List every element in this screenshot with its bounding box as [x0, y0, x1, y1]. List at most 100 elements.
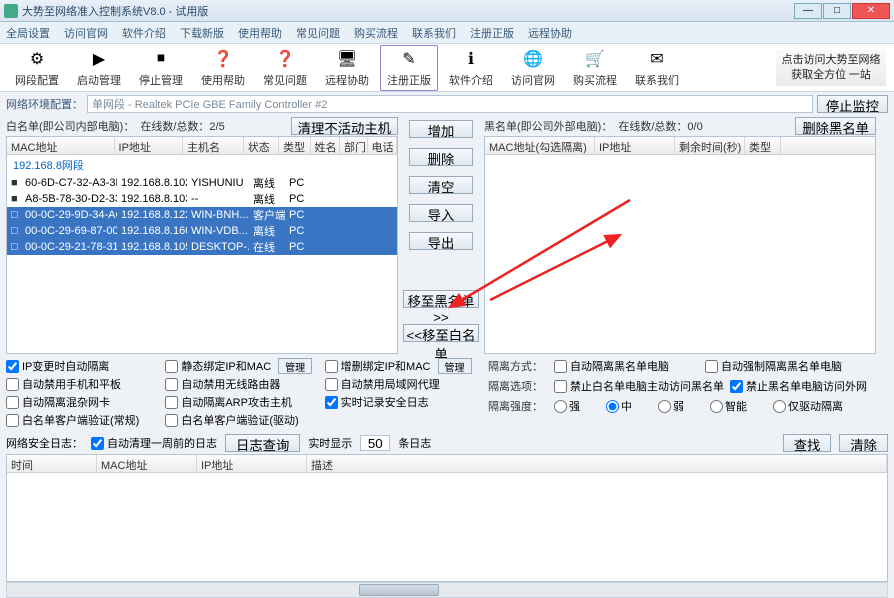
tool-about[interactable]: ℹ软件介绍: [442, 46, 500, 90]
table-row[interactable]: □00-0C-29-21-78-31192.168.8.105DESKTOP-.…: [7, 239, 397, 255]
menu-global[interactable]: 全局设置: [6, 25, 50, 41]
option-checkbox[interactable]: IP变更时自动隔离: [6, 358, 161, 374]
network-row: 网络环境配置： 单网段 - Realtek PCIe GBE Family Co…: [0, 92, 894, 116]
clear-button[interactable]: 清空: [409, 176, 473, 194]
network-adapter-select[interactable]: 单网段 - Realtek PCIe GBE Family Controller…: [87, 95, 813, 113]
auto-clean-log-checkbox[interactable]: 自动清理一周前的日志: [91, 435, 217, 451]
titlebar: 大势至网络准入控制系统V8.0 - 试用版 — □ ✕: [0, 0, 894, 22]
tool-segment-config[interactable]: ⚙网段配置: [8, 46, 66, 90]
tool-help[interactable]: ❓使用帮助: [194, 46, 252, 90]
log-label: 网络安全日志：: [6, 435, 83, 451]
strength-mid-radio[interactable]: 中: [606, 398, 632, 414]
tool-contact[interactable]: ✉联系我们: [628, 46, 686, 90]
move-to-whitelist-button[interactable]: <<移至白名单: [403, 324, 479, 342]
pc-icon: □: [7, 209, 21, 221]
move-to-blacklist-button[interactable]: 移至黑名单>>: [403, 290, 479, 308]
block-black-external-checkbox[interactable]: 禁止黑名单电脑访问外网: [730, 378, 867, 394]
clear-inactive-button[interactable]: 清理不活动主机: [291, 117, 398, 135]
window-title: 大势至网络准入控制系统V8.0 - 试用版: [22, 3, 793, 19]
option-checkbox[interactable]: 静态绑定IP和MAC管理: [165, 358, 320, 374]
strength-driver-radio[interactable]: 仅驱动隔离: [773, 398, 843, 414]
tool-purchase-icon: 🛒: [584, 48, 606, 70]
log-bar: 网络安全日志： 自动清理一周前的日志 日志查询 实时显示 条日志 查找 清除: [0, 432, 894, 454]
maximize-button[interactable]: □: [823, 3, 851, 19]
tool-about-icon: ℹ: [460, 48, 482, 70]
pc-icon: ■: [7, 177, 21, 189]
scrollbar-thumb[interactable]: [359, 584, 439, 596]
tool-stop-manage-icon: ⏹: [150, 48, 172, 70]
menu-website[interactable]: 访问官网: [64, 25, 108, 41]
option-checkbox[interactable]: 自动隔离ARP攻击主机: [165, 394, 320, 410]
close-button[interactable]: ✕: [852, 3, 890, 19]
pc-icon: ■: [7, 193, 21, 205]
import-button[interactable]: 导入: [409, 204, 473, 222]
tool-stop-manage[interactable]: ⏹停止管理: [132, 46, 190, 90]
menu-purchase[interactable]: 购买流程: [354, 25, 398, 41]
table-row[interactable]: ■A8-5B-78-30-D2-33192.168.8.103--离线PC: [7, 191, 397, 207]
option-checkbox[interactable]: 自动禁用手机和平板: [6, 376, 161, 392]
app-icon: [4, 4, 18, 18]
tool-website-icon: 🌐: [522, 48, 544, 70]
tool-website[interactable]: 🌐访问官网: [504, 46, 562, 90]
table-row[interactable]: □00-0C-29-9D-34-AC192.168.8.122WIN-BNH..…: [7, 207, 397, 223]
blacklist-header: MAC地址(勾选隔离) IP地址 剩余时间(秒) 类型: [485, 137, 875, 155]
option-checkbox[interactable]: 自动禁用局域网代理: [325, 376, 480, 392]
whitelist-label: 白名单(即公司内部电脑)：: [6, 118, 134, 134]
transfer-buttons: 增加 删除 清空 导入 导出 移至黑名单>> <<移至白名单: [402, 116, 480, 354]
delete-button[interactable]: 删除: [409, 148, 473, 166]
whitelist-table: MAC地址 IP地址 主机名 状态 类型 姓名 部门 电话 192.168.8网…: [6, 136, 398, 354]
menu-register[interactable]: 注册正版: [470, 25, 514, 41]
manage-button[interactable]: 管理: [278, 358, 312, 374]
whitelist-panel: 白名单(即公司内部电脑)： 在线数/总数：2/5 清理不活动主机 MAC地址 I…: [6, 116, 398, 354]
strength-weak-radio[interactable]: 弱: [658, 398, 684, 414]
option-checkbox[interactable]: 白名单客户端验证(常规): [6, 412, 161, 428]
log-query-button[interactable]: 日志查询: [225, 434, 300, 452]
auto-isolate-black-checkbox[interactable]: 自动隔离黑名单电脑: [554, 358, 669, 374]
tool-start-manage[interactable]: ▶启动管理: [70, 46, 128, 90]
tool-help-icon: ❓: [212, 48, 234, 70]
menu-help[interactable]: 使用帮助: [238, 25, 282, 41]
menubar: 全局设置 访问官网 软件介绍 下载新版 使用帮助 常见问题 购买流程 联系我们 …: [0, 22, 894, 44]
tool-segment-config-icon: ⚙: [26, 48, 48, 70]
table-row[interactable]: □00-0C-29-69-87-00192.168.8.160WIN-VDB..…: [7, 223, 397, 239]
minimize-button[interactable]: —: [794, 3, 822, 19]
strength-smart-radio[interactable]: 智能: [710, 398, 747, 414]
strength-strong-radio[interactable]: 强: [554, 398, 580, 414]
tool-purchase[interactable]: 🛒购买流程: [566, 46, 624, 90]
block-white-to-black-checkbox[interactable]: 禁止白名单电脑主动访问黑名单: [554, 378, 724, 394]
tool-faq[interactable]: ❓常见问题: [256, 46, 314, 90]
tool-remote-icon: 🖥: [336, 48, 358, 70]
log-find-button[interactable]: 查找: [783, 434, 832, 452]
pc-icon: □: [7, 241, 21, 253]
log-count-input[interactable]: [360, 435, 390, 451]
table-row[interactable]: ■60-6D-C7-32-A3-3F192.168.8.102YISHUNIU离…: [7, 175, 397, 191]
whitelist-header: MAC地址 IP地址 主机名 状态 类型 姓名 部门 电话: [7, 137, 397, 155]
horizontal-scrollbar[interactable]: [6, 582, 888, 598]
subnet-row[interactable]: 192.168.8网段: [7, 155, 397, 175]
option-checkbox[interactable]: 自动隔离混杂网卡: [6, 394, 161, 410]
tool-remote[interactable]: 🖥远程协助: [318, 46, 376, 90]
log-table: 时间 MAC地址 IP地址 描述: [6, 454, 888, 582]
option-checkbox[interactable]: 实时记录安全日志: [325, 394, 480, 410]
option-checkbox[interactable]: 增删绑定IP和MAC管理: [325, 358, 480, 374]
menu-remote[interactable]: 远程协助: [528, 25, 572, 41]
option-checkbox[interactable]: 白名单客户端验证(驱动): [165, 412, 320, 428]
tool-register[interactable]: ✎注册正版: [380, 45, 438, 91]
banner[interactable]: 点击访问大势至网络 获取全方位 一站: [776, 50, 886, 86]
tool-faq-icon: ❓: [274, 48, 296, 70]
export-button[interactable]: 导出: [409, 232, 473, 250]
menu-faq[interactable]: 常见问题: [296, 25, 340, 41]
menu-contact[interactable]: 联系我们: [412, 25, 456, 41]
add-button[interactable]: 增加: [409, 120, 473, 138]
stop-monitor-button[interactable]: 停止监控: [817, 95, 888, 113]
blacklist-panel: 黑名单(即公司外部电脑)： 在线数/总数：0/0 删除黑名单 MAC地址(勾选隔…: [484, 116, 876, 354]
main-area: 白名单(即公司内部电脑)： 在线数/总数：2/5 清理不活动主机 MAC地址 I…: [0, 116, 894, 354]
force-isolate-black-checkbox[interactable]: 自动强制隔离黑名单电脑: [705, 358, 842, 374]
menu-about[interactable]: 软件介绍: [122, 25, 166, 41]
menu-download[interactable]: 下载新版: [180, 25, 224, 41]
manage-button-2[interactable]: 管理: [438, 358, 472, 374]
log-clear-button[interactable]: 清除: [839, 434, 888, 452]
tool-register-icon: ✎: [398, 48, 420, 70]
delete-blacklist-button[interactable]: 删除黑名单: [795, 117, 876, 135]
option-checkbox[interactable]: 自动禁用无线路由器: [165, 376, 320, 392]
